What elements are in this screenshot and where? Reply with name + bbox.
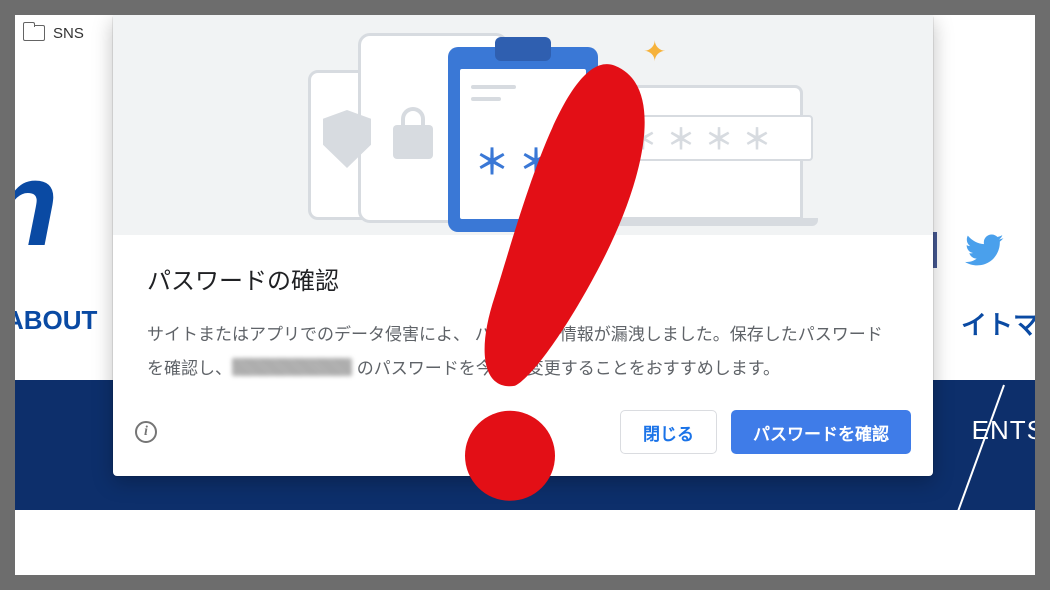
folder-icon[interactable] [23, 25, 45, 41]
close-button[interactable]: 閉じる [620, 410, 717, 454]
site-logo-fragment: n [15, 135, 52, 273]
nav-item-about[interactable]: ABOUT [15, 305, 97, 336]
dialog-title: パスワードの確認 [147, 261, 899, 296]
dialog-body-text: サイトまたはアプリでのデータ侵害によ、 パスワード情報が漏洩しました。保存したパ… [147, 318, 899, 386]
info-icon[interactable]: i [135, 421, 157, 443]
bookmark-folder-label[interactable]: SNS [53, 25, 84, 42]
nav-item-sitemap[interactable]: イトマッ [961, 305, 1035, 342]
twitter-icon[interactable] [965, 230, 1005, 270]
password-check-dialog: ＊＊＊＊ ＊＊ ✦ ✦ パスワードの確認 サイトまたはアプリでのデータ侵害によ、… [113, 15, 933, 476]
redacted-site-name [232, 358, 352, 376]
dialog-illustration: ＊＊＊＊ ＊＊ ✦ ✦ [113, 15, 933, 235]
confirm-password-button[interactable]: パスワードを確認 [731, 410, 911, 454]
